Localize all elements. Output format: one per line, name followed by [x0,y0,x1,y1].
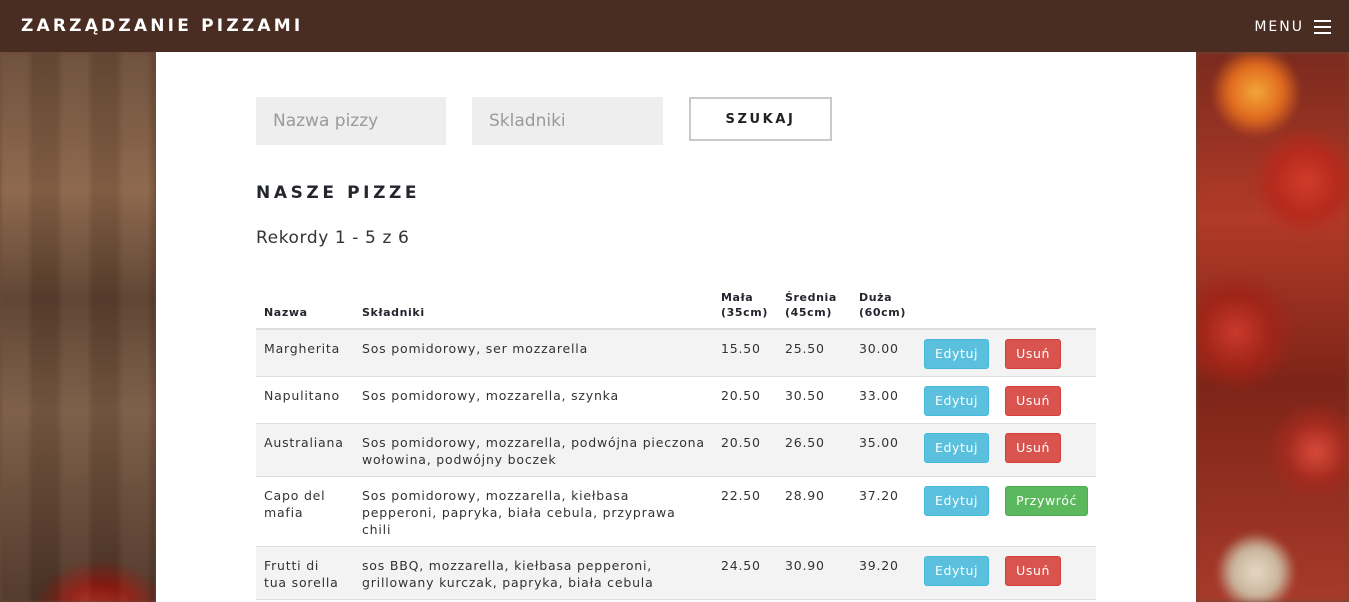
cell-price-small: 22.50 [713,476,777,547]
cell-name: Margherita [256,329,354,377]
cell-ingredients: Sos pomidorowy, mozzarella, kiełbasa pep… [354,476,713,547]
cell-price-small: 20.50 [713,376,777,424]
cell-price-small: 24.50 [713,546,777,600]
cell-price-medium: 28.90 [777,476,851,547]
table-body: Margherita Sos pomidorowy, ser mozzarella… [256,329,1096,600]
background-left-blur [0,52,156,602]
cell-name: Australiana [256,423,354,477]
table-row: Margherita Sos pomidorowy, ser mozzarella… [256,329,1096,377]
cell-action: Usuń [997,546,1096,600]
cell-name: Napulitano [256,376,354,424]
menu-button[interactable]: MENU [1254,19,1331,35]
header-small-size: (35cm) [721,306,768,319]
cell-edit: Edytuj [916,476,998,547]
delete-button[interactable]: Usuń [1005,433,1062,463]
delete-button[interactable]: Usuń [1005,556,1062,586]
section-title: NASZE PIZZE [256,183,421,203]
cell-price-large: 30.00 [851,329,916,377]
header-ingredients: Składniki [354,290,713,330]
ingredients-input[interactable] [472,97,663,145]
cell-price-small: 20.50 [713,423,777,477]
cell-price-large: 33.00 [851,376,916,424]
cell-price-medium: 30.50 [777,376,851,424]
table-row: Napulitano Sos pomidorowy, mozzarella, sz… [256,376,1096,424]
header-edit [916,290,998,330]
cell-price-medium: 25.50 [777,329,851,377]
cell-edit: Edytuj [916,423,998,477]
header-action [997,290,1096,330]
cell-action: Przywróć [997,476,1096,547]
cell-action: Usuń [997,423,1096,477]
cell-price-large: 39.20 [851,546,916,600]
delete-button[interactable]: Usuń [1005,339,1062,369]
header-large: Duża (60cm) [851,290,916,330]
header-small: Mała (35cm) [713,290,777,330]
edit-button[interactable]: Edytuj [924,486,990,516]
cell-price-small: 15.50 [713,329,777,377]
hamburger-icon [1314,20,1331,34]
brand-title[interactable]: ZARZĄDZANIE PIZZAMI [21,16,303,36]
top-navbar: ZARZĄDZANIE PIZZAMI MENU [0,0,1349,52]
main-panel: SZUKAJ NASZE PIZZE Rekordy 1 - 5 z 6 Naz… [156,52,1196,602]
table-row: Frutti di tua sorella sos BBQ, mozzarella… [256,546,1096,600]
cell-action: Usuń [997,376,1096,424]
cell-price-large: 35.00 [851,423,916,477]
cell-price-medium: 26.50 [777,423,851,477]
cell-price-medium: 30.90 [777,546,851,600]
cell-edit: Edytuj [916,376,998,424]
header-small-label: Mała [721,291,754,304]
cell-name: Frutti di tua sorella [256,546,354,600]
delete-button[interactable]: Usuń [1005,386,1062,416]
header-large-size: (60cm) [859,306,906,319]
header-medium: Średnia (45cm) [777,290,851,330]
header-name: Nazwa [256,290,354,330]
cell-ingredients: Sos pomidorowy, mozzarella, szynka [354,376,713,424]
pizza-table: Nazwa Składniki Mała (35cm) Średnia (45cm)… [256,290,1096,600]
cell-price-large: 37.20 [851,476,916,547]
pizza-name-input[interactable] [256,97,446,145]
search-button[interactable]: SZUKAJ [689,97,832,141]
table-row: Capo del mafia Sos pomidorowy, mozzarella… [256,476,1096,547]
edit-button[interactable]: Edytuj [924,556,990,586]
table-header-row: Nazwa Składniki Mała (35cm) Średnia (45cm)… [256,290,1096,330]
menu-label: MENU [1254,19,1304,35]
edit-button[interactable]: Edytuj [924,339,990,369]
header-large-label: Duża [859,291,893,304]
header-medium-label: Średnia [785,291,837,304]
edit-button[interactable]: Edytuj [924,386,990,416]
cell-edit: Edytuj [916,546,998,600]
header-medium-size: (45cm) [785,306,832,319]
restore-button[interactable]: Przywróć [1005,486,1088,516]
cell-ingredients: sos BBQ, mozzarella, kiełbasa pepperoni,… [354,546,713,600]
cell-edit: Edytuj [916,329,998,377]
cell-ingredients: Sos pomidorowy, ser mozzarella [354,329,713,377]
records-count: Rekordy 1 - 5 z 6 [256,228,410,248]
cell-ingredients: Sos pomidorowy, mozzarella, podwójna pie… [354,423,713,477]
cell-action: Usuń [997,329,1096,377]
background-right-blur [1196,52,1349,602]
cell-name: Capo del mafia [256,476,354,547]
edit-button[interactable]: Edytuj [924,433,990,463]
table-row: Australiana Sos pomidorowy, mozzarella, p… [256,423,1096,477]
